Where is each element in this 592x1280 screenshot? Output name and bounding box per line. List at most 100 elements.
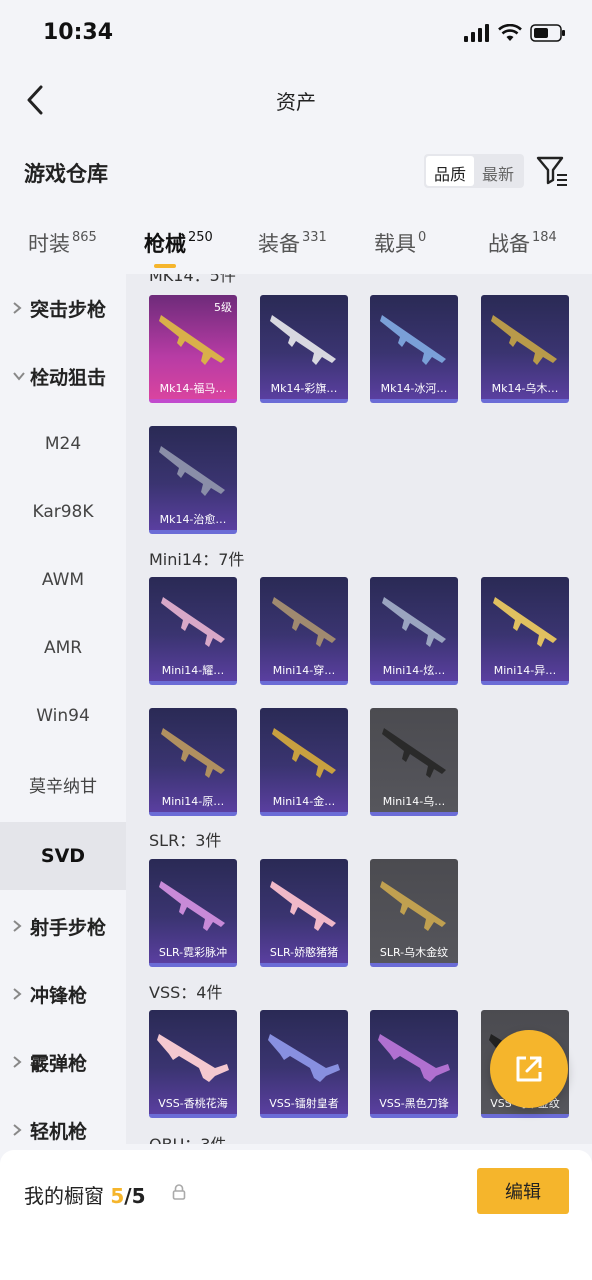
share-button[interactable]	[490, 1030, 568, 1108]
page-title: 资产	[276, 90, 316, 114]
tab-label: 装备	[258, 232, 300, 256]
chevron-right-icon	[12, 1123, 26, 1137]
sidebar-item-dmr[interactable]: 射手步枪	[0, 892, 126, 960]
sidebar-item-shotgun[interactable]: 霰弹枪	[0, 1028, 126, 1096]
sort-newest-button[interactable]: 最新	[474, 156, 522, 186]
weapon-card[interactable]: Mini14-原…	[149, 708, 237, 816]
weapon-card[interactable]: SLR-霓彩脉冲	[149, 859, 237, 967]
sidebar-item-lmg[interactable]: 轻机枪	[0, 1096, 126, 1144]
rifle-icon	[382, 728, 446, 778]
rifle-icon	[270, 881, 336, 931]
section-label-qbu: QBU：3件	[149, 1131, 226, 1144]
warehouse-header: 游戏仓库 品质 最新	[0, 140, 592, 204]
sidebar-item-kar98k[interactable]: Kar98K	[0, 478, 126, 546]
weapon-card[interactable]: Mk14-治愈…	[149, 426, 237, 534]
sidebar-item-label: 射手步枪	[30, 916, 107, 939]
level-badge: 5级	[214, 301, 232, 314]
signal-icon	[464, 24, 489, 42]
weapon-name: Mk14-冰河…	[380, 382, 448, 395]
tab-count: 0	[418, 230, 427, 245]
rifle-icon	[161, 728, 225, 778]
weapon-card[interactable]: Mk14-乌木…	[481, 295, 569, 403]
weapon-type-sidebar: 突击步枪 栓动狙击 M24 Kar98K AWM AMR Win94 莫辛纳甘 …	[0, 274, 126, 1144]
sidebar-item-svd[interactable]: SVD	[0, 822, 126, 890]
tab-equipment[interactable]: 装备 331	[258, 228, 327, 258]
active-tab-indicator	[154, 264, 176, 268]
sidebar-item-win94[interactable]: Win94	[0, 682, 126, 750]
wifi-icon	[498, 24, 522, 41]
rifle-icon	[270, 315, 336, 365]
tab-label: 战备	[488, 232, 530, 256]
tab-label: 载具	[374, 232, 416, 256]
chevron-down-icon	[12, 371, 26, 381]
weapon-card[interactable]: Mk14-冰河…	[370, 295, 458, 403]
tab-fashion[interactable]: 时装 865	[28, 228, 97, 258]
rifle-icon	[491, 315, 557, 365]
sidebar-item-m24[interactable]: M24	[0, 410, 126, 478]
share-icon	[516, 1056, 542, 1082]
sidebar-item-awm[interactable]: AWM	[0, 546, 126, 614]
filter-button[interactable]	[535, 154, 569, 188]
weapon-name: Mk14-乌木…	[491, 382, 559, 395]
weapon-name: Mini14-异…	[493, 664, 557, 677]
rifle-icon	[161, 597, 225, 647]
showcase-title: 我的橱窗	[24, 1184, 104, 1208]
chevron-right-icon	[12, 1055, 26, 1069]
weapon-name: VSS-黑色刀锋	[379, 1097, 449, 1110]
sidebar-item-label: 霰弹枪	[30, 1052, 88, 1075]
weapon-card[interactable]: Mini14-耀…	[149, 577, 237, 685]
rifle-icon	[268, 1034, 340, 1082]
weapon-card[interactable]: VSS-香桃花海	[149, 1010, 237, 1118]
weapon-name: Mk14-福马…	[159, 382, 227, 395]
sidebar-item-assault-rifles[interactable]: 突击步枪	[0, 274, 126, 342]
tab-supplies[interactable]: 战备 184	[488, 228, 557, 258]
weapon-name: Mini14-金…	[272, 795, 336, 808]
rifle-icon	[272, 597, 336, 647]
sidebar-item-smg[interactable]: 冲锋枪	[0, 960, 126, 1028]
weapon-card[interactable]: VSS-黑色刀锋	[370, 1010, 458, 1118]
sidebar-item-label: 栓动狙击	[30, 366, 107, 389]
weapon-name: Mini14-穿…	[272, 664, 336, 677]
weapon-card[interactable]: Mini14-金…	[260, 708, 348, 816]
weapon-name: Mini14-原…	[161, 795, 225, 808]
sidebar-item-label: 冲锋枪	[30, 984, 88, 1007]
rifle-icon	[382, 597, 446, 647]
tab-vehicles[interactable]: 载具 0	[374, 228, 426, 258]
tab-firearms[interactable]: 枪械 250	[144, 228, 213, 258]
section-label-vss: VSS：4件	[149, 983, 223, 1002]
status-icons	[464, 24, 566, 42]
weapon-name: SLR-娇憨猪猪	[269, 946, 339, 959]
rifle-icon	[159, 881, 225, 931]
sidebar-item-bolt-action[interactable]: 栓动狙击	[0, 342, 126, 410]
tab-count: 184	[532, 230, 557, 245]
section-label-slr: SLR：3件	[149, 831, 222, 850]
weapon-card[interactable]: Mini14-异…	[481, 577, 569, 685]
rifle-icon	[159, 446, 225, 496]
weapon-card[interactable]: SLR-娇憨猪猪	[260, 859, 348, 967]
weapon-card[interactable]: 5级 Mk14-福马…	[149, 295, 237, 403]
weapon-card[interactable]: Mk14-彩旗…	[260, 295, 348, 403]
filter-icon	[536, 156, 567, 186]
sort-quality-button[interactable]: 品质	[426, 156, 475, 186]
tab-label: 时装	[28, 232, 70, 256]
weapon-card[interactable]: VSS-镭射皇者	[260, 1010, 348, 1118]
weapon-card[interactable]: SLR-乌木金纹	[370, 859, 458, 967]
edit-button[interactable]: 编辑	[477, 1168, 569, 1214]
tab-label: 枪械	[144, 232, 186, 256]
battery-icon	[530, 24, 565, 42]
rifle-icon	[380, 315, 446, 365]
section-label-mk14: MK14：5件	[149, 274, 236, 285]
weapon-card[interactable]: Mini14-炫…	[370, 577, 458, 685]
weapon-card[interactable]: Mini14-穿…	[260, 577, 348, 685]
weapon-name: Mini14-乌…	[382, 795, 446, 808]
category-tabs: 时装 865 枪械 250 装备 331 载具 0 战备 184	[0, 216, 592, 272]
showcase-bar: 我的橱窗 5/5 编辑	[0, 1150, 592, 1280]
rifle-icon	[157, 1034, 229, 1082]
rifle-icon	[378, 1034, 450, 1082]
sidebar-item-amr[interactable]: AMR	[0, 614, 126, 682]
sidebar-item-mosin[interactable]: 莫辛纳甘	[0, 750, 126, 818]
weapon-grid: MK14：5件 5级 Mk14-福马… Mk14-彩旗… Mk14-冰河… Mk…	[126, 274, 592, 1144]
weapon-card[interactable]: Mini14-乌…	[370, 708, 458, 816]
weapon-name: Mini14-炫…	[382, 664, 446, 677]
weapon-name: VSS-镭射皇者	[269, 1097, 339, 1110]
